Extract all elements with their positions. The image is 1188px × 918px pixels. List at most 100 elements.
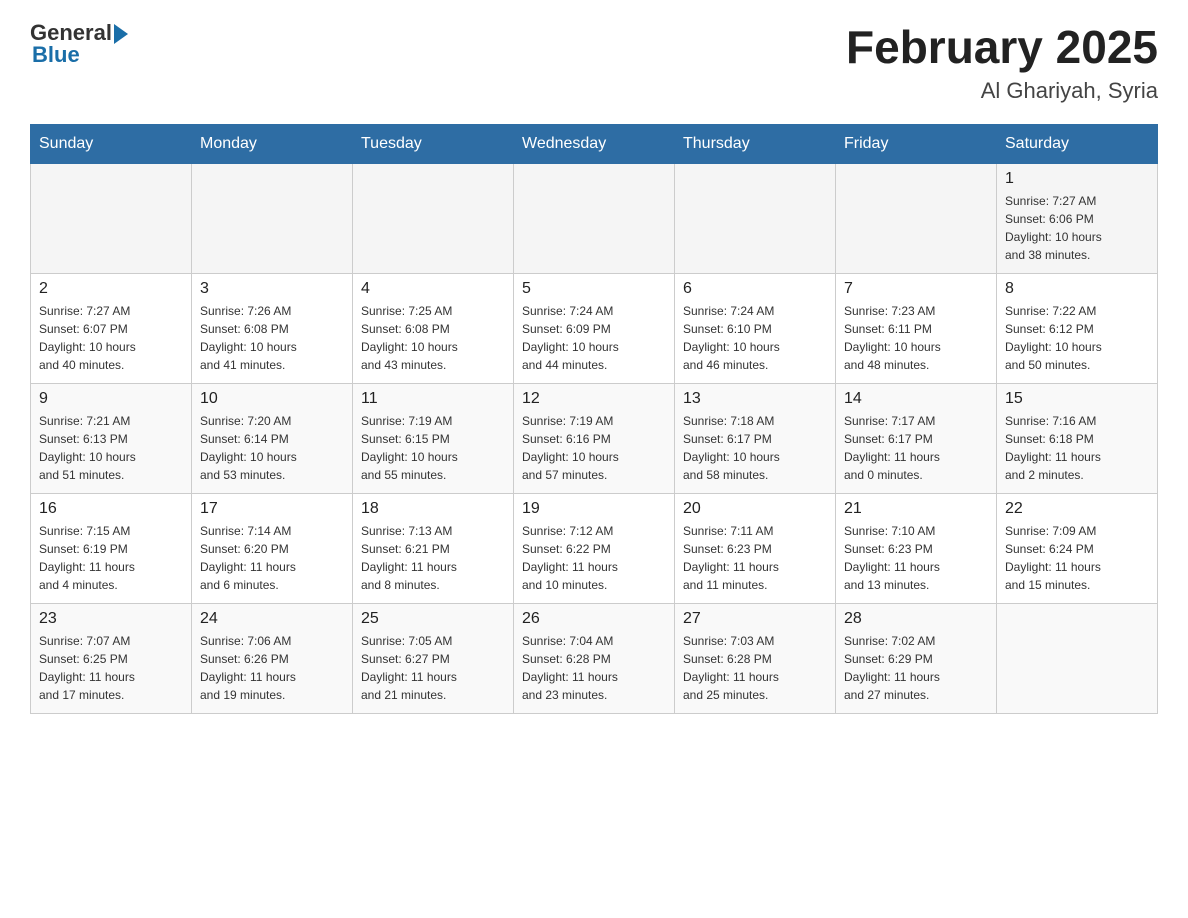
- calendar-cell: 16 Sunrise: 7:15 AM Sunset: 6:19 PM Dayli…: [31, 494, 192, 604]
- weekday-header-friday: Friday: [836, 125, 997, 164]
- day-info: Sunrise: 7:19 AM Sunset: 6:16 PM Dayligh…: [522, 412, 666, 484]
- day-number: 23: [39, 610, 183, 628]
- weekday-header-sunday: Sunday: [31, 125, 192, 164]
- day-number: 22: [1005, 500, 1149, 518]
- weekday-header-monday: Monday: [192, 125, 353, 164]
- calendar-week-row: 1Sunrise: 7:27 AM Sunset: 6:06 PM Daylig…: [31, 164, 1158, 274]
- day-number: 15: [1005, 390, 1149, 408]
- day-number: 12: [522, 390, 666, 408]
- day-info: Sunrise: 7:26 AM Sunset: 6:08 PM Dayligh…: [200, 302, 344, 374]
- weekday-header-row: SundayMondayTuesdayWednesdayThursdayFrid…: [31, 125, 1158, 164]
- calendar-week-row: 2 Sunrise: 7:27 AM Sunset: 6:07 PM Daylig…: [31, 274, 1158, 384]
- weekday-header-tuesday: Tuesday: [353, 125, 514, 164]
- day-number: 14: [844, 390, 988, 408]
- day-number: 9: [39, 390, 183, 408]
- day-number: 13: [683, 390, 827, 408]
- calendar-cell: [31, 164, 192, 274]
- day-info: Sunrise: 7:25 AM Sunset: 6:08 PM Dayligh…: [361, 302, 505, 374]
- weekday-header-wednesday: Wednesday: [514, 125, 675, 164]
- day-number: 5: [522, 280, 666, 298]
- day-info: Sunrise: 7:04 AM Sunset: 6:28 PM Dayligh…: [522, 632, 666, 704]
- day-number: 28: [844, 610, 988, 628]
- day-number: 21: [844, 500, 988, 518]
- day-info: Sunrise: 7:09 AM Sunset: 6:24 PM Dayligh…: [1005, 522, 1149, 594]
- day-number: 3: [200, 280, 344, 298]
- calendar-cell: 13 Sunrise: 7:18 AM Sunset: 6:17 PM Dayli…: [675, 384, 836, 494]
- day-number: 20: [683, 500, 827, 518]
- day-number: 25: [361, 610, 505, 628]
- day-info: Sunrise: 7:10 AM Sunset: 6:23 PM Dayligh…: [844, 522, 988, 594]
- calendar-cell: 28 Sunrise: 7:02 AM Sunset: 6:29 PM Dayli…: [836, 604, 997, 714]
- day-number: 26: [522, 610, 666, 628]
- calendar-cell: [675, 164, 836, 274]
- calendar-cell: 21 Sunrise: 7:10 AM Sunset: 6:23 PM Dayli…: [836, 494, 997, 604]
- day-number: 6: [683, 280, 827, 298]
- calendar-cell: 11 Sunrise: 7:19 AM Sunset: 6:15 PM Dayli…: [353, 384, 514, 494]
- day-info: Sunrise: 7:23 AM Sunset: 6:11 PM Dayligh…: [844, 302, 988, 374]
- calendar-title: February 2025: [846, 20, 1158, 74]
- calendar-cell: 15 Sunrise: 7:16 AM Sunset: 6:18 PM Dayli…: [997, 384, 1158, 494]
- calendar-cell: 14 Sunrise: 7:17 AM Sunset: 6:17 PM Dayli…: [836, 384, 997, 494]
- day-info: Sunrise: 7:21 AM Sunset: 6:13 PM Dayligh…: [39, 412, 183, 484]
- calendar-cell: [836, 164, 997, 274]
- header: General Blue February 2025 Al Ghariyah, …: [30, 20, 1158, 104]
- calendar-cell: 12 Sunrise: 7:19 AM Sunset: 6:16 PM Dayli…: [514, 384, 675, 494]
- day-number: 11: [361, 390, 505, 408]
- day-info: Sunrise: 7:11 AM Sunset: 6:23 PM Dayligh…: [683, 522, 827, 594]
- day-number: 2: [39, 280, 183, 298]
- calendar-cell: 19Sunrise: 7:12 AM Sunset: 6:22 PM Dayli…: [514, 494, 675, 604]
- calendar-cell: 27Sunrise: 7:03 AM Sunset: 6:28 PM Dayli…: [675, 604, 836, 714]
- day-number: 7: [844, 280, 988, 298]
- day-info: Sunrise: 7:16 AM Sunset: 6:18 PM Dayligh…: [1005, 412, 1149, 484]
- day-number: 24: [200, 610, 344, 628]
- day-info: Sunrise: 7:17 AM Sunset: 6:17 PM Dayligh…: [844, 412, 988, 484]
- calendar-cell: [192, 164, 353, 274]
- day-info: Sunrise: 7:14 AM Sunset: 6:20 PM Dayligh…: [200, 522, 344, 594]
- day-number: 10: [200, 390, 344, 408]
- day-number: 27: [683, 610, 827, 628]
- day-info: Sunrise: 7:02 AM Sunset: 6:29 PM Dayligh…: [844, 632, 988, 704]
- day-number: 17: [200, 500, 344, 518]
- calendar-week-row: 23 Sunrise: 7:07 AM Sunset: 6:25 PM Dayli…: [31, 604, 1158, 714]
- calendar-cell: 1Sunrise: 7:27 AM Sunset: 6:06 PM Daylig…: [997, 164, 1158, 274]
- calendar-cell: 23 Sunrise: 7:07 AM Sunset: 6:25 PM Dayli…: [31, 604, 192, 714]
- day-info: Sunrise: 7:24 AM Sunset: 6:10 PM Dayligh…: [683, 302, 827, 374]
- calendar-cell: 7 Sunrise: 7:23 AM Sunset: 6:11 PM Daylig…: [836, 274, 997, 384]
- calendar-cell: [353, 164, 514, 274]
- day-info: Sunrise: 7:27 AM Sunset: 6:07 PM Dayligh…: [39, 302, 183, 374]
- day-info: Sunrise: 7:05 AM Sunset: 6:27 PM Dayligh…: [361, 632, 505, 704]
- calendar-cell: 18 Sunrise: 7:13 AM Sunset: 6:21 PM Dayli…: [353, 494, 514, 604]
- day-info: Sunrise: 7:07 AM Sunset: 6:25 PM Dayligh…: [39, 632, 183, 704]
- calendar-cell: 8Sunrise: 7:22 AM Sunset: 6:12 PM Daylig…: [997, 274, 1158, 384]
- logo-arrow-icon: [114, 24, 128, 44]
- day-number: 19: [522, 500, 666, 518]
- calendar-table: SundayMondayTuesdayWednesdayThursdayFrid…: [30, 124, 1158, 714]
- day-info: Sunrise: 7:13 AM Sunset: 6:21 PM Dayligh…: [361, 522, 505, 594]
- calendar-cell: [514, 164, 675, 274]
- day-number: 8: [1005, 280, 1149, 298]
- day-number: 16: [39, 500, 183, 518]
- calendar-cell: 20 Sunrise: 7:11 AM Sunset: 6:23 PM Dayli…: [675, 494, 836, 604]
- day-info: Sunrise: 7:19 AM Sunset: 6:15 PM Dayligh…: [361, 412, 505, 484]
- calendar-cell: 17 Sunrise: 7:14 AM Sunset: 6:20 PM Dayli…: [192, 494, 353, 604]
- calendar-cell: 26 Sunrise: 7:04 AM Sunset: 6:28 PM Dayli…: [514, 604, 675, 714]
- calendar-subtitle: Al Ghariyah, Syria: [846, 78, 1158, 104]
- day-number: 4: [361, 280, 505, 298]
- day-number: 1: [1005, 170, 1149, 188]
- calendar-cell: 25 Sunrise: 7:05 AM Sunset: 6:27 PM Dayli…: [353, 604, 514, 714]
- calendar-cell: 24 Sunrise: 7:06 AM Sunset: 6:26 PM Dayli…: [192, 604, 353, 714]
- day-number: 18: [361, 500, 505, 518]
- calendar-week-row: 9 Sunrise: 7:21 AM Sunset: 6:13 PM Daylig…: [31, 384, 1158, 494]
- calendar-cell: 3 Sunrise: 7:26 AM Sunset: 6:08 PM Daylig…: [192, 274, 353, 384]
- calendar-cell: 9 Sunrise: 7:21 AM Sunset: 6:13 PM Daylig…: [31, 384, 192, 494]
- calendar-cell: 10 Sunrise: 7:20 AM Sunset: 6:14 PM Dayli…: [192, 384, 353, 494]
- logo-blue-text: Blue: [30, 42, 80, 68]
- calendar-cell: 4 Sunrise: 7:25 AM Sunset: 6:08 PM Daylig…: [353, 274, 514, 384]
- day-info: Sunrise: 7:15 AM Sunset: 6:19 PM Dayligh…: [39, 522, 183, 594]
- day-info: Sunrise: 7:06 AM Sunset: 6:26 PM Dayligh…: [200, 632, 344, 704]
- calendar-cell: [997, 604, 1158, 714]
- day-info: Sunrise: 7:18 AM Sunset: 6:17 PM Dayligh…: [683, 412, 827, 484]
- day-info: Sunrise: 7:20 AM Sunset: 6:14 PM Dayligh…: [200, 412, 344, 484]
- calendar-cell: 22 Sunrise: 7:09 AM Sunset: 6:24 PM Dayli…: [997, 494, 1158, 604]
- calendar-cell: 6 Sunrise: 7:24 AM Sunset: 6:10 PM Daylig…: [675, 274, 836, 384]
